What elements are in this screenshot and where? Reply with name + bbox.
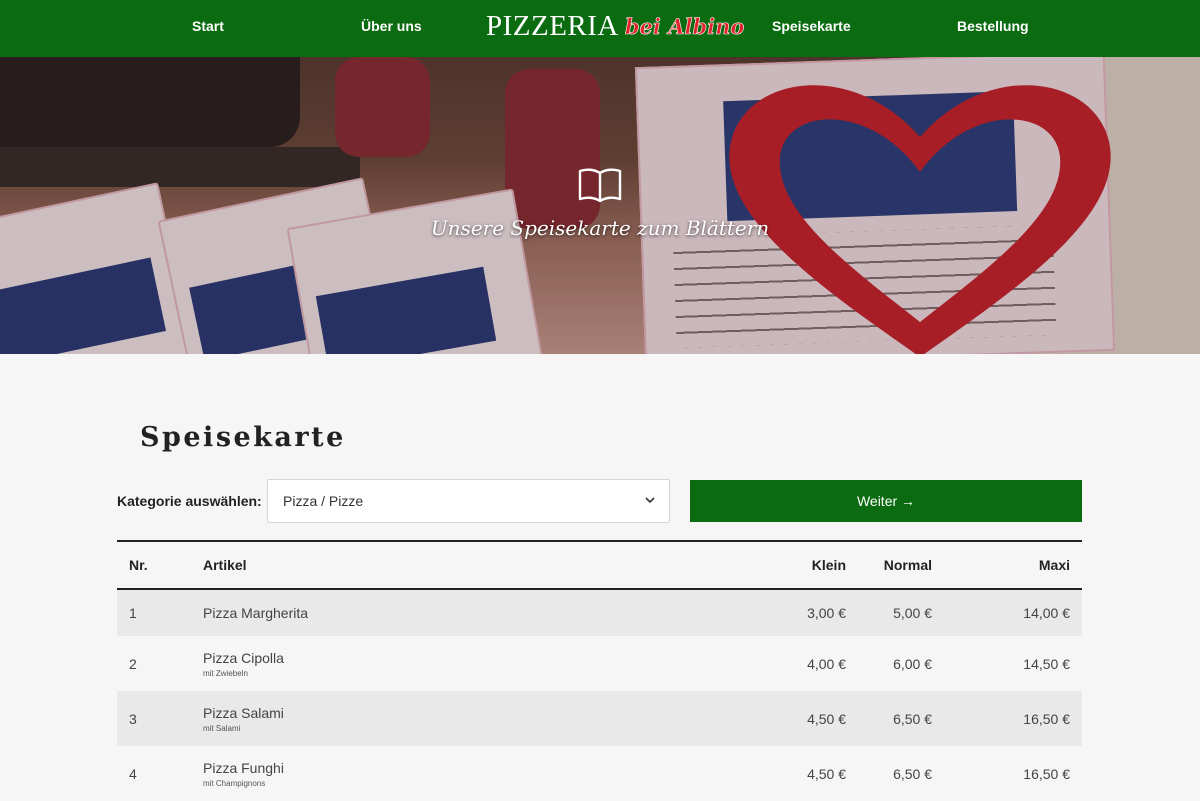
nav-bestellung[interactable]: Bestellung [957,18,1029,34]
article-name: Pizza Salami [203,704,284,721]
table-row: 4 Pizza Funghi mit Champignons 4,50 € 6,5… [117,746,1082,801]
article-name: Pizza Funghi [203,759,284,776]
column-header-normal: Normal [858,540,944,590]
table-header-row: Nr. Artikel Klein Normal Maxi [117,540,1082,590]
top-navigation: Start Über uns PIZZERIA bei Albino Speise… [0,0,1200,57]
cell-price-normal: 6,50 € [858,746,944,801]
cell-price-normal: 5,00 € [858,589,944,636]
category-select-value: Pizza / Pizze [283,493,364,509]
cell-price-maxi: 14,50 € [944,636,1082,691]
category-select[interactable]: Pizza / Pizze [267,479,670,523]
cell-price-small: 3,00 € [743,589,858,636]
menu-table: Nr. Artikel Klein Normal Maxi 1 Pizza Ma… [117,540,1082,801]
article-name: Pizza Cipolla [203,649,284,666]
nav-ueber-uns[interactable]: Über uns [361,18,422,34]
cell-price-normal: 6,50 € [858,691,944,746]
cell-article: Pizza Margherita [203,589,743,636]
column-header-nr: Nr. [117,540,203,590]
next-button[interactable]: Weiter → [690,480,1082,522]
cell-price-maxi: 16,50 € [944,746,1082,801]
article-description: mit Zwiebeln [203,668,248,678]
book-icon [578,167,622,203]
cell-nr: 1 [117,589,203,636]
cell-article: Pizza Funghi mit Champignons [203,746,743,801]
article-description: mit Champignons [203,778,266,788]
logo-script-text: bei Albino [624,14,745,40]
table-row: 1 Pizza Margherita 3,00 € 5,00 € 14,00 € [117,589,1082,636]
page-title: Speisekarte [140,422,346,453]
cell-price-small: 4,50 € [743,746,858,801]
hero-banner: Unsere Speisekarte zum Blättern [0,57,1200,354]
hero-center[interactable]: Unsere Speisekarte zum Blättern [0,167,1200,240]
cell-article: Pizza Salami mit Salami [203,691,743,746]
cell-price-maxi: 16,50 € [944,691,1082,746]
cell-nr: 3 [117,691,203,746]
category-label: Kategorie auswählen: [117,493,262,509]
nav-speisekarte[interactable]: Speisekarte [772,18,851,34]
logo-text: PIZZERIA [486,10,619,42]
cell-price-small: 4,50 € [743,691,858,746]
cell-price-small: 4,00 € [743,636,858,691]
cell-price-maxi: 14,00 € [944,589,1082,636]
cell-article: Pizza Cipolla mit Zwiebeln [203,636,743,691]
article-name: Pizza Margherita [203,605,309,621]
table-row: 3 Pizza Salami mit Salami 4,50 € 6,50 € 1… [117,691,1082,746]
article-description: mit Salami [203,723,241,733]
column-header-article: Artikel [203,540,743,590]
cell-nr: 2 [117,636,203,691]
hero-text: Unsere Speisekarte zum Blättern [430,216,770,240]
nav-start[interactable]: Start [192,18,224,34]
table-row: 2 Pizza Cipolla mit Zwiebeln 4,00 € 6,00 … [117,636,1082,691]
site-logo[interactable]: PIZZERIA bei Albino [486,10,745,43]
cell-nr: 4 [117,746,203,801]
column-header-small: Klein [743,540,858,590]
column-header-maxi: Maxi [944,540,1082,590]
cell-price-normal: 6,00 € [858,636,944,691]
chevron-down-icon [645,497,655,504]
